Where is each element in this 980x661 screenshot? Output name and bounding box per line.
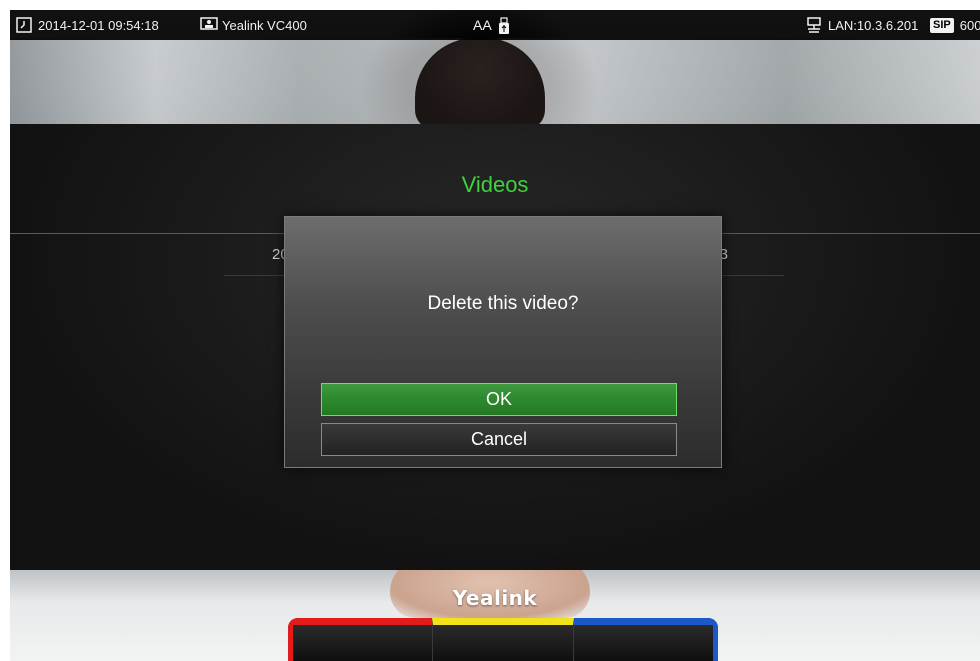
- network-icon: [806, 17, 822, 33]
- sip-account-text: 6004: [959, 17, 980, 33]
- clock-icon: [16, 17, 32, 33]
- datetime-item: 2014-12-01 09:54:18: [16, 17, 159, 33]
- sip-item: SIP 6004: [930, 17, 980, 33]
- device-name-text: Yealink VC400: [222, 17, 307, 33]
- softkey-bar: [288, 618, 718, 661]
- device-screen: 2014-12-01 09:54:18 Yealink VC400 AA LAN…: [10, 10, 980, 661]
- ok-button[interactable]: OK: [321, 383, 677, 416]
- sip-badge: SIP: [930, 17, 954, 33]
- softkey-red[interactable]: [288, 618, 433, 661]
- usb-icon: [498, 17, 514, 34]
- delete-confirm-dialog: Delete this video? OK Cancel: [284, 216, 722, 468]
- softkey-yellow[interactable]: [432, 618, 574, 661]
- page-title: Videos: [461, 172, 529, 197]
- cancel-button-label: Cancel: [470, 429, 528, 449]
- display-icon: [200, 17, 218, 33]
- lan-item: LAN:10.3.6.201: [806, 17, 918, 33]
- datetime-text: 2014-12-01 09:54:18: [38, 17, 159, 33]
- center-indicators: AA: [473, 17, 514, 34]
- ok-button-label: OK: [485, 389, 512, 409]
- lan-text: LAN:10.3.6.201: [828, 17, 919, 33]
- brand-logo: Yealink: [452, 586, 538, 610]
- dialog-message: Delete this video?: [427, 293, 579, 314]
- auto-answer-indicator: AA: [473, 17, 492, 33]
- device-name-item: Yealink VC400: [200, 17, 307, 33]
- cancel-button[interactable]: Cancel: [321, 423, 677, 456]
- status-bar: 2014-12-01 09:54:18 Yealink VC400 AA LAN…: [10, 10, 980, 40]
- softkey-blue[interactable]: [573, 618, 718, 661]
